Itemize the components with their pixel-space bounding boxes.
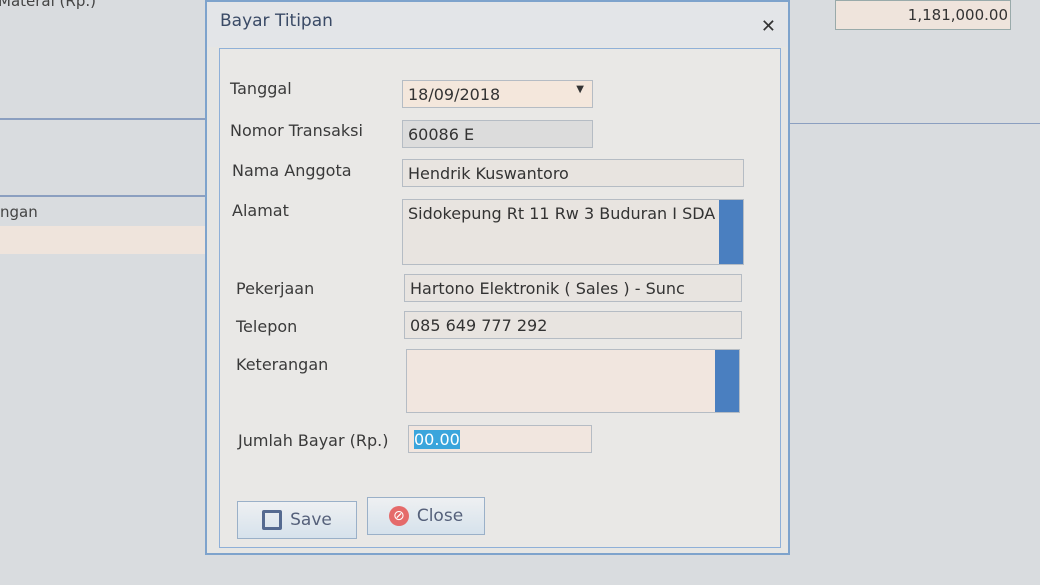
tanggal-label: Tanggal <box>230 79 292 98</box>
scrollbar[interactable] <box>715 350 739 412</box>
jumlah-bayar-label: Jumlah Bayar (Rp.) <box>238 431 389 450</box>
telepon-label: Telepon <box>236 317 298 336</box>
nama-anggota-field[interactable]: Hendrik Kuswantoro <box>402 159 744 187</box>
bg-total-field[interactable]: 1,181,000.00 <box>835 0 1011 30</box>
close-label: Close <box>416 506 464 526</box>
close-button[interactable]: ⊘ Close <box>367 497 485 535</box>
tanggal-datepicker[interactable]: 18/09/2018 ▼ <box>402 80 593 108</box>
save-label: Save <box>290 510 332 530</box>
alamat-value: Sidokepung Rt 11 Rw 3 Buduran I SDA <box>408 204 716 223</box>
divider <box>790 123 1040 124</box>
telepon-field[interactable]: 085 649 777 292 <box>404 311 742 339</box>
nama-anggota-label: Nama Anggota <box>232 161 352 180</box>
dialog-title: Bayar Titipan <box>220 11 333 31</box>
materai-label: Materai (Rp.) <box>0 0 96 10</box>
form-body: Tanggal 18/09/2018 ▼ Nomor Transaksi 600… <box>219 48 781 548</box>
keterangan-bg-label: ngan <box>0 203 38 221</box>
divider <box>0 118 205 120</box>
nomor-transaksi-label: Nomor Transaksi <box>230 121 363 140</box>
pekerjaan-label: Pekerjaan <box>236 279 315 298</box>
bg-field[interactable] <box>0 226 205 254</box>
floppy-disk-icon <box>262 510 283 530</box>
scrollbar[interactable] <box>719 200 743 264</box>
alamat-label: Alamat <box>232 201 289 220</box>
pekerjaan-field[interactable]: Hartono Elektronik ( Sales ) - Sunc <box>404 274 742 302</box>
save-button[interactable]: Save <box>237 501 357 539</box>
cancel-icon: ⊘ <box>388 506 409 526</box>
jumlah-bayar-field[interactable]: 00.00 <box>408 425 592 453</box>
alamat-textarea[interactable]: Sidokepung Rt 11 Rw 3 Buduran I SDA <box>402 199 744 265</box>
divider <box>0 195 205 197</box>
title-bar[interactable]: Bayar Titipan ✕ <box>207 2 788 47</box>
tanggal-value: 18/09/2018 <box>408 85 501 104</box>
chevron-down-icon[interactable]: ▼ <box>576 84 584 95</box>
keterangan-label: Keterangan <box>236 355 329 374</box>
bayar-titipan-dialog: Bayar Titipan ✕ Tanggal 18/09/2018 ▼ Nom… <box>205 0 790 555</box>
jumlah-bayar-value: 00.00 <box>414 430 460 449</box>
nomor-transaksi-field[interactable]: 60086 E <box>402 120 593 148</box>
keterangan-textarea[interactable] <box>406 349 740 413</box>
close-x-icon[interactable]: ✕ <box>761 16 776 37</box>
